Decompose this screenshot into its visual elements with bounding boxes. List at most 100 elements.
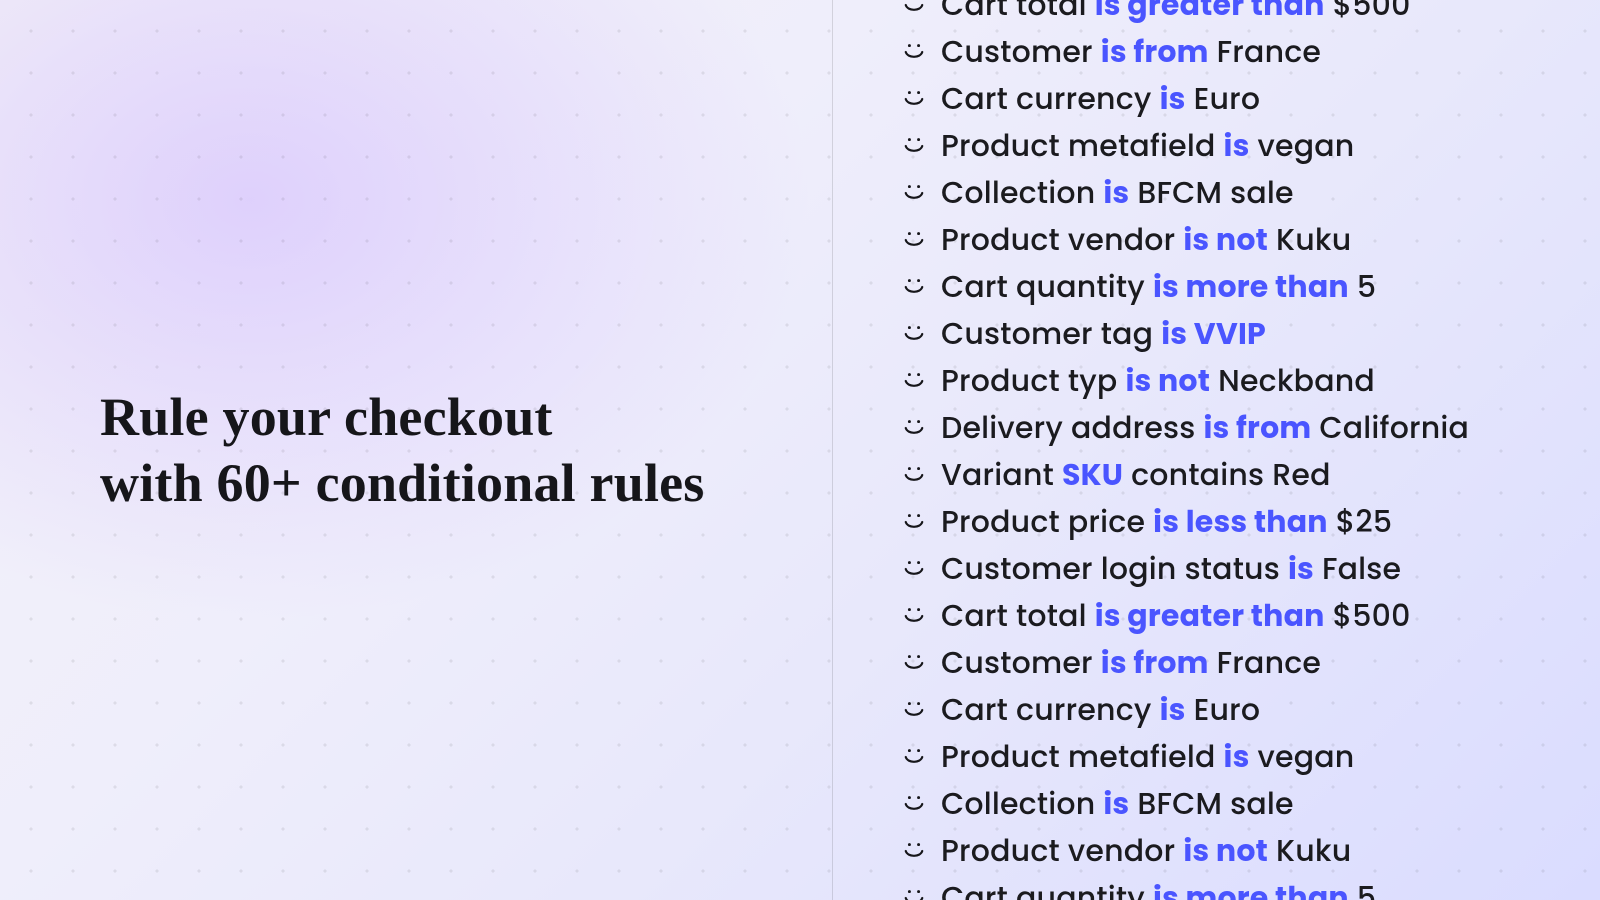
rule-operator: is more than [1153, 876, 1349, 900]
rule-operator: is [1160, 688, 1186, 731]
rule-text: Collection is BFCM sale [941, 781, 1294, 827]
smile-icon [903, 417, 925, 439]
rule-operator: is from [1101, 30, 1209, 73]
rule-text: Product vendor is not Kuku [941, 217, 1351, 263]
rule-operator: is [1224, 735, 1250, 778]
heading-line-1: Rule your checkout [100, 387, 553, 447]
smile-icon [903, 746, 925, 768]
rule-item: Customer login status is False [903, 546, 1469, 592]
rule-text: Product vendor is not Kuku [941, 828, 1351, 874]
rule-operator: is [1160, 77, 1186, 120]
heading-line-2: with 60+ conditional rules [100, 453, 705, 513]
rules-list: Cart total is greater than $500Customer … [903, 0, 1469, 900]
rule-subject: Collection [941, 171, 1095, 214]
headline-panel: Rule your checkout with 60+ conditional … [0, 0, 832, 900]
rule-subject: Cart total [941, 0, 1087, 26]
rule-subject: Product price [941, 500, 1145, 543]
rule-value: vegan [1258, 735, 1355, 778]
rule-value: 5 [1357, 876, 1376, 900]
rule-operator: is [1103, 171, 1129, 214]
rule-text: Cart quantity is more than 5 [941, 264, 1376, 310]
rule-value: $500 [1333, 594, 1411, 637]
rule-subject: Collection [941, 782, 1095, 825]
rule-operator: is [1224, 124, 1250, 167]
rule-text: Customer login status is False [941, 546, 1401, 592]
rule-value: Euro [1194, 77, 1261, 120]
rule-value: Kuku [1276, 218, 1351, 261]
smile-icon [903, 652, 925, 674]
rule-operator: is greater than [1095, 594, 1325, 637]
rule-text: Variant SKU contains Red [941, 452, 1331, 498]
rule-text: Product metafield is vegan [941, 123, 1354, 169]
rule-subject: Product typ [941, 359, 1117, 402]
rule-value: Euro [1194, 688, 1261, 731]
rule-subject: Product metafield [941, 735, 1216, 778]
rule-value: 5 [1357, 265, 1376, 308]
rule-value: BFCM sale [1137, 782, 1293, 825]
rule-subject: Customer login status [941, 547, 1280, 590]
rule-text: Collection is BFCM sale [941, 170, 1294, 216]
rule-subject: Variant [941, 453, 1054, 496]
smile-icon [903, 276, 925, 298]
rule-value: California [1319, 406, 1469, 449]
rules-panel: Cart total is greater than $500Customer … [833, 0, 1600, 900]
rule-subject: Cart total [941, 594, 1087, 637]
smile-icon [903, 229, 925, 251]
rule-text: Delivery address is from California [941, 405, 1469, 451]
rule-item: Cart quantity is more than 5 [903, 875, 1469, 900]
rule-text: Product price is less than $25 [941, 499, 1392, 545]
rule-item: Delivery address is from California [903, 405, 1469, 451]
rule-text: Cart currency is Euro [941, 76, 1260, 122]
smile-icon [903, 511, 925, 533]
smile-icon [903, 323, 925, 345]
smile-icon [903, 182, 925, 204]
rule-item: Cart currency is Euro [903, 687, 1469, 733]
rule-value: Kuku [1276, 829, 1351, 872]
rule-subject: Customer [941, 30, 1093, 73]
rule-value: $25 [1336, 500, 1393, 543]
smile-icon [903, 699, 925, 721]
rule-operator: SKU [1062, 453, 1123, 496]
rule-value: $500 [1333, 0, 1411, 26]
rule-item: Collection is BFCM sale [903, 170, 1469, 216]
rule-operator: is more than [1153, 265, 1349, 308]
smile-icon [903, 41, 925, 63]
smile-icon [903, 135, 925, 157]
rule-operator: is not [1183, 829, 1268, 872]
rule-item: Product price is less than $25 [903, 499, 1469, 545]
smile-icon [903, 793, 925, 815]
rule-value: contains Red [1131, 453, 1331, 496]
rule-subject: Customer [941, 641, 1093, 684]
rule-text: Customer is from France [941, 640, 1321, 686]
rule-operator: is [1103, 782, 1129, 825]
smile-icon [903, 840, 925, 862]
rule-item: Cart quantity is more than 5 [903, 264, 1469, 310]
rule-item: Customer is from France [903, 640, 1469, 686]
smile-icon [903, 88, 925, 110]
rule-text: Cart total is greater than $500 [941, 0, 1411, 28]
rule-text: Customer tag is VVIP [941, 311, 1266, 357]
rule-operator: is from [1203, 406, 1311, 449]
smile-icon [903, 887, 925, 900]
rule-item: Product typ is not Neckband [903, 358, 1469, 404]
rule-item: Product metafield is vegan [903, 734, 1469, 780]
smile-icon [903, 558, 925, 580]
rule-text: Customer is from France [941, 29, 1321, 75]
smile-icon [903, 370, 925, 392]
rule-value: France [1217, 641, 1322, 684]
rule-subject: Product vendor [941, 218, 1175, 261]
rule-text: Cart total is greater than $500 [941, 593, 1411, 639]
rule-subject: Customer tag [941, 312, 1153, 355]
rule-operator: is less than [1153, 500, 1328, 543]
rule-text: Product metafield is vegan [941, 734, 1354, 780]
rule-operator: is greater than [1095, 0, 1325, 26]
smile-icon [903, 464, 925, 486]
page-title: Rule your checkout with 60+ conditional … [100, 384, 705, 517]
rule-item: Customer is from France [903, 29, 1469, 75]
rule-item: Collection is BFCM sale [903, 781, 1469, 827]
smile-icon [903, 0, 925, 16]
rule-subject: Cart currency [941, 688, 1152, 731]
rule-subject: Cart currency [941, 77, 1152, 120]
rule-item: Cart total is greater than $500 [903, 593, 1469, 639]
rule-operator: is not [1183, 218, 1268, 261]
